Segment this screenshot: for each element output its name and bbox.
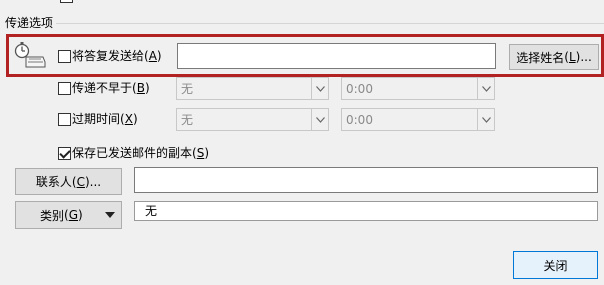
reply-to-label: 将答复发送给(A) (72, 49, 162, 63)
reply-to-input[interactable] (177, 43, 496, 69)
do-not-deliver-checkbox[interactable] (58, 82, 71, 95)
chevron-down-icon (477, 109, 494, 130)
do-not-deliver-time-select[interactable]: 0:00 (341, 77, 495, 100)
expires-time-select[interactable]: 0:00 (341, 108, 495, 131)
triangle-down-icon (105, 212, 115, 218)
expires-label: 过期时间(X) (72, 112, 138, 126)
section-title: 传递选项 (5, 16, 54, 30)
clipped-top-row (60, 0, 300, 3)
reply-to-checkbox[interactable] (58, 50, 71, 63)
expires-checkbox[interactable] (58, 113, 71, 126)
delivery-timer-icon (13, 41, 47, 71)
section-divider (56, 23, 604, 24)
top-checkbox[interactable] (60, 0, 73, 3)
expires-date-select[interactable]: 无 (176, 108, 329, 131)
categories-button[interactable]: 类别(G) (15, 201, 122, 229)
chevron-down-icon (311, 109, 328, 130)
close-button[interactable]: 关闭 (513, 251, 598, 279)
save-copy-checkbox[interactable] (58, 147, 71, 160)
chevron-down-icon (477, 78, 494, 99)
contacts-input[interactable] (134, 167, 598, 193)
chevron-down-icon (311, 78, 328, 99)
do-not-deliver-label: 传递不早于(B) (72, 81, 150, 95)
categories-field[interactable]: 无 (134, 201, 598, 221)
contacts-button[interactable]: 联系人(C)... (15, 168, 122, 195)
do-not-deliver-date-select[interactable]: 无 (176, 77, 329, 100)
save-copy-label: 保存已发送邮件的副本(S) (72, 146, 210, 160)
select-names-button[interactable]: 选择姓名(L)... (509, 44, 599, 70)
